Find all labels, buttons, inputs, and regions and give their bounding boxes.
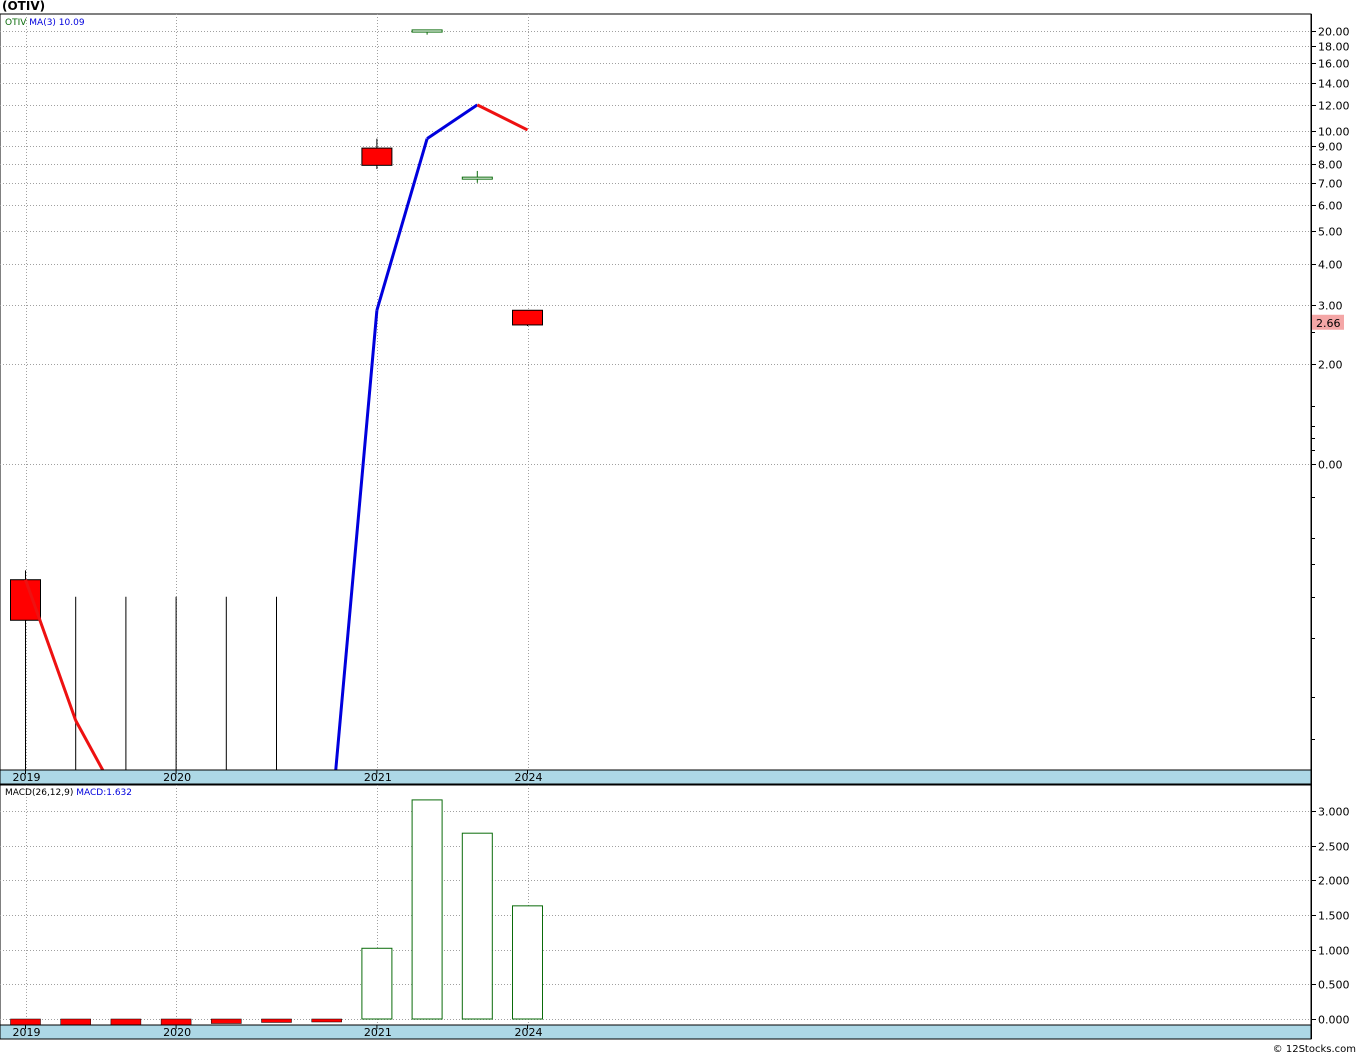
macd-bar (211, 1018, 242, 1024)
price-y-tick-label: 20.00 (1318, 26, 1350, 39)
macd-bar (512, 905, 543, 1020)
candle-body (512, 309, 543, 326)
macd-x-axis-band (0, 1024, 1312, 1040)
price-y-tick-label: 6.00 (1318, 200, 1343, 213)
price-x-axis-band (0, 769, 1312, 785)
candle-body (411, 29, 443, 33)
macd-bar (160, 1018, 192, 1026)
price-y-tick-label: 12.00 (1318, 100, 1350, 113)
macd-y-tick-label: 0.500 (1318, 979, 1350, 992)
price-y-tick-label: 4.00 (1318, 259, 1343, 272)
macd-y-tick-label: 2.500 (1318, 841, 1350, 854)
macd-plot-area (0, 784, 1312, 1026)
macd-y-tick-label: 3.000 (1318, 806, 1350, 819)
price-x-tick-label: 2020 (163, 771, 191, 784)
macd-y-tick-label: 1.500 (1318, 910, 1350, 923)
macd-x-tick-label: 2021 (364, 1026, 392, 1039)
price-y-tick-label: 18.00 (1318, 41, 1350, 54)
macd-x-tick-label: 2020 (163, 1026, 191, 1039)
macd-y-tick-label: 2.000 (1318, 875, 1350, 888)
legend-ma-value: 10.09 (59, 18, 85, 28)
price-x-tick-label: 2019 (13, 771, 41, 784)
macd-y-tick-label: 1.000 (1318, 945, 1350, 958)
macd-bar (261, 1018, 292, 1023)
macd-bar (10, 1018, 41, 1026)
price-y-tick-label: 16.00 (1318, 58, 1350, 71)
price-y-tick-label: 0.00 (1318, 459, 1343, 472)
macd-bar (461, 832, 493, 1020)
macd-bar (411, 799, 443, 1020)
candle-body (361, 147, 393, 166)
price-x-tick-label: 2024 (515, 771, 543, 784)
macd-x-tick-label: 2019 (13, 1026, 41, 1039)
price-y-tick-label: 2.00 (1318, 359, 1343, 372)
stock-chart: 20.00 18.00 16.00 14.00 12.00 10.00 9.00 8.00 7.… (0, 13, 1350, 1040)
price-legend: OTIV MA(3) 10.09 (5, 18, 85, 28)
macd-legend-value: MACD:1.632 (76, 788, 132, 798)
price-y-tick-label: 10.00 (1318, 126, 1350, 139)
candle-body (461, 176, 493, 180)
legend-ma-label: MA(3) (29, 18, 59, 28)
macd-x-tick-label: 2024 (515, 1026, 543, 1039)
macd-legend-label: MACD(26,12,9) (5, 788, 76, 798)
price-x-tick-label: 2021 (364, 771, 392, 784)
price-y-tick-label: 9.00 (1318, 141, 1343, 154)
price-y-tick-label: 8.00 (1318, 159, 1343, 172)
last-price-label: 2.66 (1316, 317, 1341, 330)
macd-bar (110, 1018, 142, 1026)
price-plot-area (0, 13, 1312, 771)
price-y-tick-label: 14.00 (1318, 78, 1350, 91)
macd-bar (311, 1018, 342, 1023)
price-y-tick-label: 7.00 (1318, 178, 1343, 191)
legend-symbol: OTIV (5, 18, 29, 28)
price-y-tick-label: 5.00 (1318, 226, 1343, 239)
macd-legend: MACD(26,12,9) MACD:1.632 (5, 788, 132, 798)
macd-bar (60, 1018, 91, 1026)
macd-y-tick-label: 0.000 (1318, 1014, 1350, 1027)
price-y-tick-label: 3.00 (1318, 300, 1343, 313)
macd-bar (361, 947, 393, 1020)
copyright-footer: © 12Stocks.com (1272, 1044, 1356, 1055)
candle-body (10, 579, 41, 621)
